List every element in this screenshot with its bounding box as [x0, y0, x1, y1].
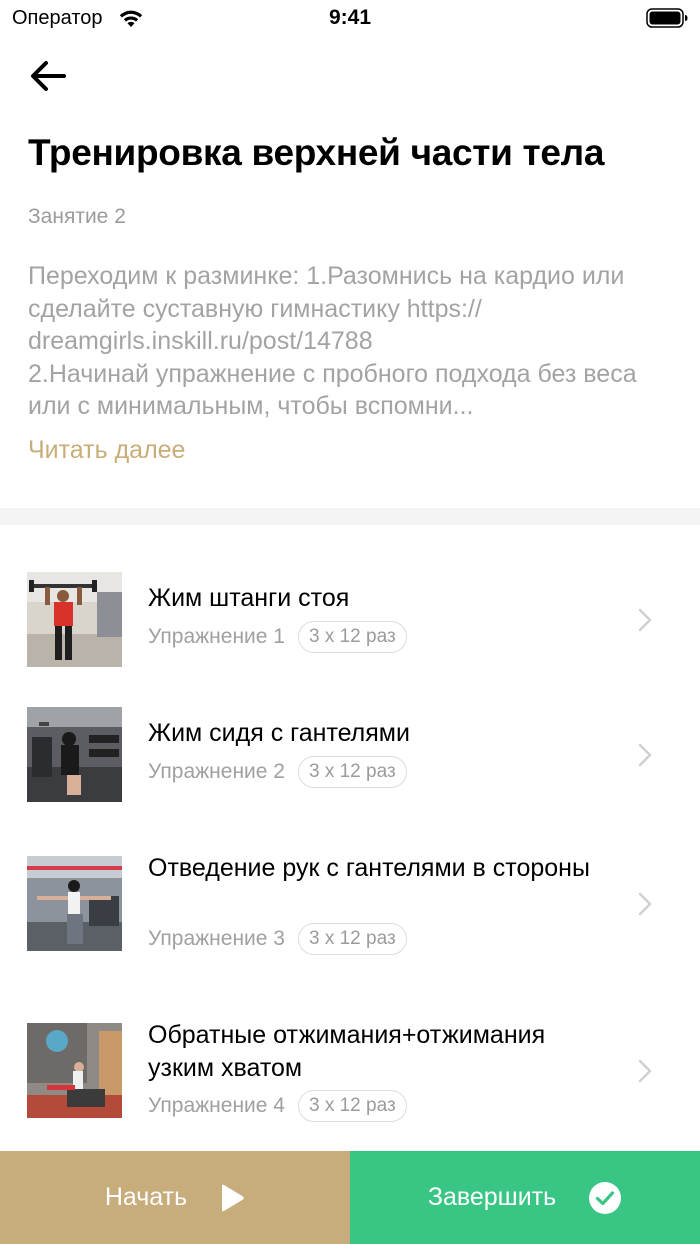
- exercise-item[interactable]: Жим штанги стоя Упражнение 1 3 х 12 раз: [0, 572, 700, 667]
- description-line-1: Переходим к разминке: 1.Разомнись на кар…: [28, 262, 637, 420]
- read-more-link[interactable]: Читать далее: [28, 436, 185, 465]
- chevron-right-icon: [638, 608, 652, 632]
- chevron-right-icon: [638, 1059, 652, 1083]
- exercise-thumbnail: [27, 707, 122, 802]
- exercise-meta: Упражнение 3 3 х 12 раз: [148, 923, 407, 955]
- play-icon: [219, 1183, 245, 1213]
- exercise-number: Упражнение 1: [148, 625, 285, 648]
- section-divider: [0, 508, 700, 525]
- finish-button[interactable]: Завершить: [350, 1151, 700, 1244]
- chevron-right-icon: [638, 892, 652, 916]
- sets-badge: 3 х 12 раз: [297, 756, 407, 788]
- sets-badge: 3 х 12 раз: [297, 621, 407, 653]
- chevron-right-icon: [638, 743, 652, 767]
- page-title: Тренировка верхней части тела: [28, 132, 605, 173]
- sets-badge: 3 х 12 раз: [297, 1090, 407, 1122]
- start-button-label: Начать: [104, 1183, 188, 1211]
- back-button[interactable]: [28, 56, 76, 96]
- start-button[interactable]: Начать: [0, 1151, 350, 1244]
- bottom-action-bar: Начать Завершить: [0, 1151, 700, 1244]
- exercise-number: Упражнение 3: [148, 927, 285, 950]
- exercise-name: Обратные отжимания+отжимания узким хвато…: [148, 1021, 546, 1082]
- status-bar: Оператор 9:41: [0, 0, 700, 40]
- battery-icon: [646, 8, 688, 28]
- exercise-number: Упражнение 4: [148, 1094, 285, 1117]
- finish-button-label: Завершить: [427, 1183, 557, 1211]
- exercise-name: Жим штанги стоя: [148, 584, 350, 612]
- exercise-name: Отведение рук с гантелями в стороны: [148, 854, 590, 882]
- arrow-left-icon: [31, 61, 66, 91]
- exercise-number: Упражнение 2: [148, 760, 285, 783]
- exercise-thumbnail: [27, 572, 122, 667]
- workout-description: Переходим к разминке: 1.Разомнись на кар…: [28, 260, 668, 423]
- lesson-label: Занятие 2: [28, 205, 126, 228]
- exercise-list: Жим штанги стоя Упражнение 1 3 х 12 раз: [0, 525, 700, 1151]
- exercise-item[interactable]: Обратные отжимания+отжимания узким хвато…: [0, 1021, 700, 1122]
- exercise-name: Жим сидя с гантелями: [148, 719, 410, 747]
- exercise-meta: Упражнение 2 3 х 12 раз: [148, 756, 407, 788]
- status-time: 9:41: [328, 6, 372, 29]
- exercise-thumbnail: [27, 856, 122, 951]
- exercise-meta: Упражнение 4 3 х 12 раз: [148, 1090, 407, 1122]
- check-circle-icon: [588, 1181, 622, 1215]
- exercise-item[interactable]: Отведение рук с гантелями в стороны Упра…: [0, 854, 700, 955]
- exercise-thumbnail: [27, 1023, 122, 1118]
- sets-badge: 3 х 12 раз: [297, 923, 407, 955]
- exercise-item[interactable]: Жим сидя с гантелями Упражнение 2 3 х 12…: [0, 707, 700, 802]
- exercise-meta: Упражнение 1 3 х 12 раз: [148, 621, 407, 653]
